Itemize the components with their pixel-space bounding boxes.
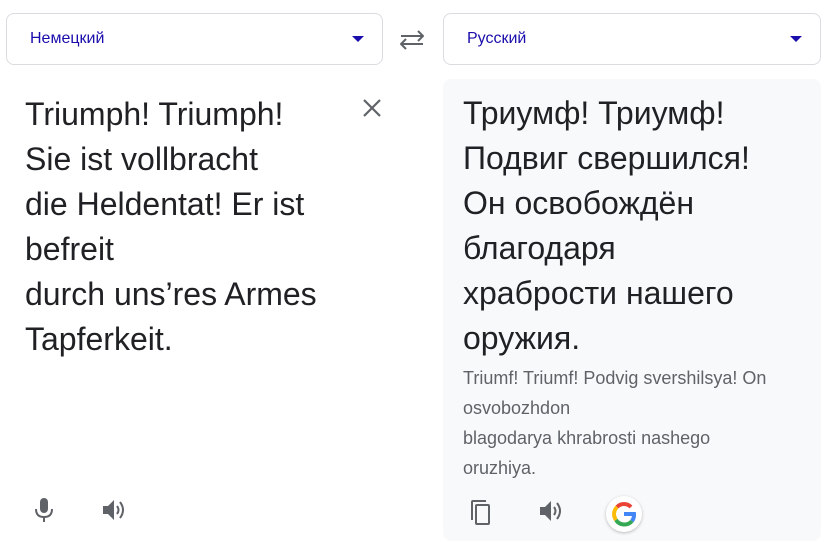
source-language-label: Немецкий — [30, 30, 105, 47]
speaker-icon — [540, 501, 561, 521]
chevron-down-icon — [352, 36, 364, 42]
clear-text-button[interactable] — [358, 94, 386, 122]
copy-translation-button[interactable] — [465, 497, 497, 529]
target-language-label: Русский — [467, 30, 527, 47]
listen-translation-button[interactable] — [535, 495, 567, 527]
voice-input-button[interactable] — [28, 494, 60, 526]
transliteration-text: Triumf! Triumf! Podvig svershilsya! On o… — [463, 368, 767, 478]
source-text-input[interactable]: Triumph! Triumph! Sie ist vollbracht die… — [25, 92, 355, 362]
speaker-icon — [103, 500, 124, 520]
translation-panel: Триумф! Триумф! Подвиг свершился! Он осв… — [443, 79, 821, 541]
copy-icon — [471, 500, 490, 525]
close-icon — [363, 99, 381, 117]
source-language-select[interactable]: Немецкий — [6, 13, 383, 65]
google-logo-icon — [612, 502, 637, 527]
microphone-icon — [35, 498, 53, 522]
google-lens-button[interactable] — [606, 496, 642, 532]
swap-languages-icon — [400, 30, 424, 50]
chevron-down-icon — [790, 36, 802, 42]
target-language-select[interactable]: Русский — [443, 13, 821, 65]
translation-text: Триумф! Триумф! Подвиг свершился! Он осв… — [463, 95, 750, 356]
swap-languages-button[interactable] — [396, 26, 428, 54]
listen-source-button[interactable] — [98, 494, 130, 526]
